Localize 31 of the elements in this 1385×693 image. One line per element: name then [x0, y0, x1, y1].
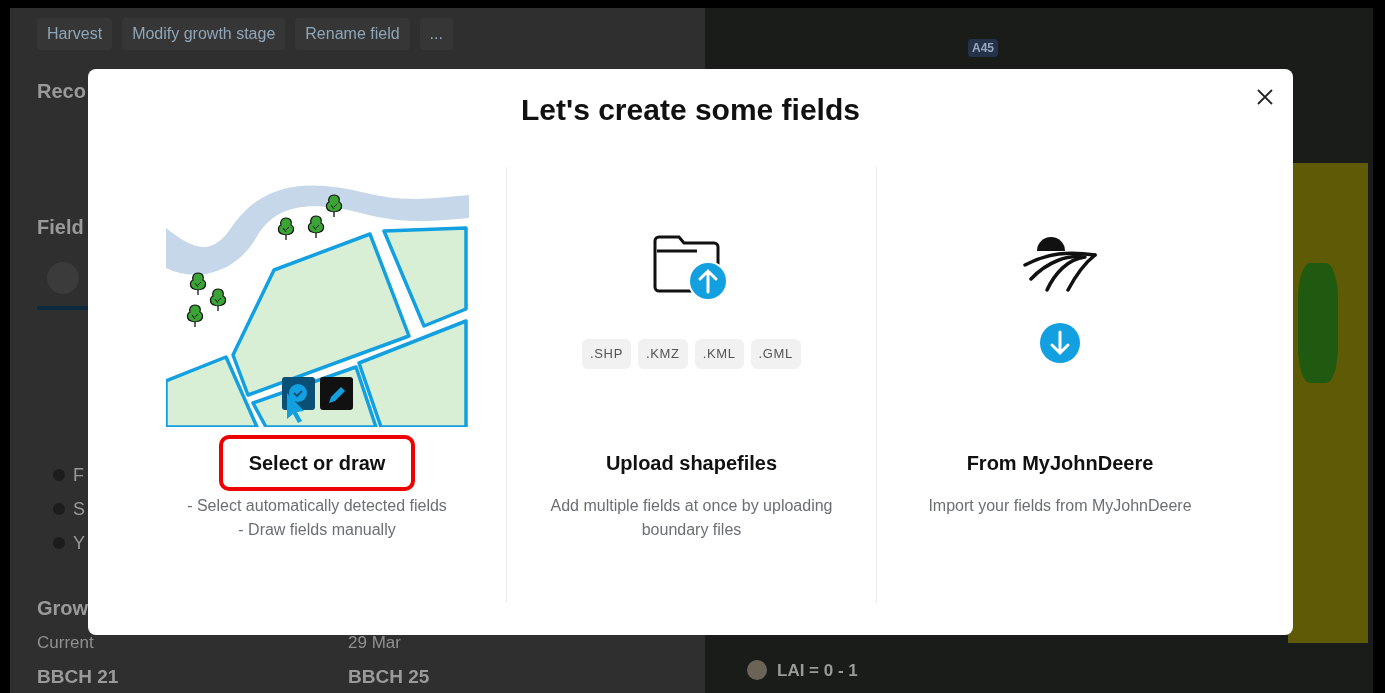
option-description: - Select automatically detected fields — [187, 496, 447, 516]
action-button[interactable]: Modify growth stage — [122, 18, 286, 50]
option-title[interactable]: From MyJohnDeere — [936, 435, 1184, 491]
option-title[interactable]: Select or draw — [218, 435, 416, 491]
close-icon — [1257, 89, 1273, 105]
dialog-title: Let's create some fields — [521, 92, 860, 128]
option-description: Import your fields from MyJohnDeere — [928, 496, 1192, 516]
growth-label: 29 Mar — [348, 633, 402, 653]
road-badge: A45 — [968, 39, 998, 57]
action-button[interactable]: ... — [419, 18, 453, 50]
list-item-text: S — [73, 499, 85, 519]
tab-indicator — [37, 306, 88, 310]
section-heading: Reco — [37, 79, 87, 104]
growth-label: Current — [37, 633, 95, 653]
action-button[interactable]: Rename field — [295, 18, 410, 50]
growth-stage: BBCH 21 — [37, 665, 120, 689]
action-button[interactable]: Harvest — [37, 18, 113, 50]
list-item-text: F — [73, 465, 84, 485]
list-item-text: Y — [73, 533, 85, 553]
option-title[interactable]: Upload shapefiles — [575, 435, 808, 491]
section-heading: Grow — [37, 596, 88, 621]
download-icon — [1040, 323, 1080, 363]
section-heading: Field — [37, 215, 85, 240]
legend-label: LAI = 0 - 1 — [777, 659, 858, 682]
option-description: Add multiple fields at once by uploading boundary files — [549, 496, 834, 540]
growth-stage: BBCH 25 — [348, 665, 431, 689]
option-description: - Draw fields manually — [238, 520, 396, 540]
file-format-tag: .KML — [694, 339, 744, 369]
file-format-tag: .GML — [750, 339, 801, 369]
file-format-tag: .SHP — [582, 339, 631, 369]
file-format-tag: .KMZ — [637, 339, 688, 369]
